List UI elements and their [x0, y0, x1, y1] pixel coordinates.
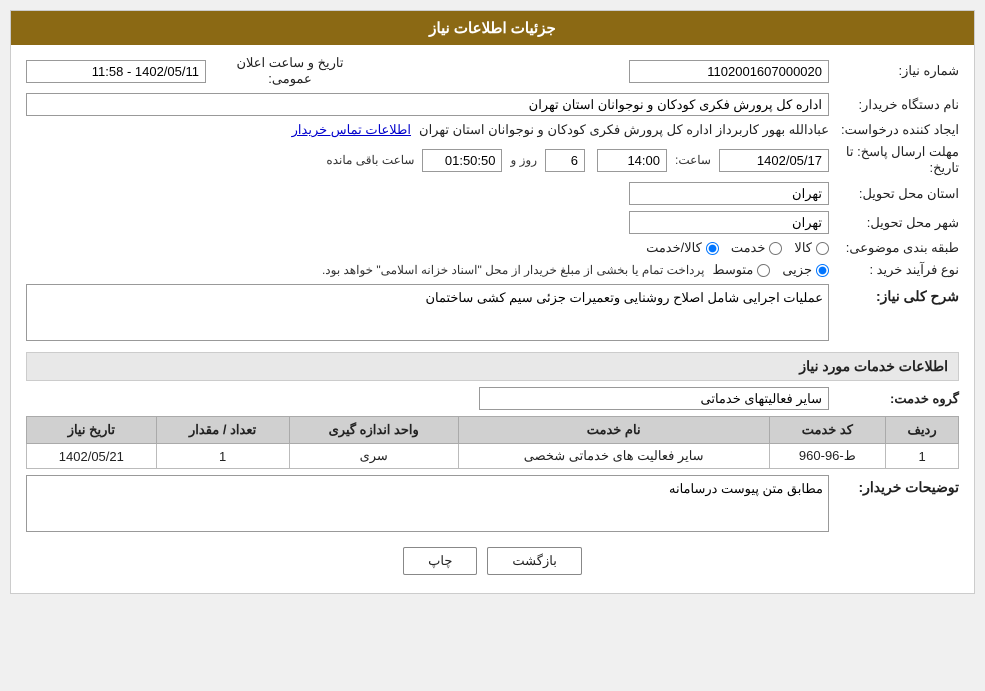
- deadline-time-input[interactable]: [597, 149, 667, 172]
- cell-name: سایر فعالیت های خدماتی شخصی: [458, 444, 769, 469]
- col-unit: واحد اندازه گیری: [289, 417, 458, 444]
- services-section-label: اطلاعات خدمات مورد نیاز: [26, 352, 959, 381]
- deadline-time-label: ساعت:: [675, 153, 711, 167]
- category-kala-option[interactable]: کالا: [794, 240, 829, 256]
- buyer-notes-label: توضیحات خریدار:: [829, 475, 959, 496]
- category-khadamat-label: خدمت: [731, 240, 766, 256]
- category-kala-khadamat-option[interactable]: کالا/خدمت: [646, 240, 719, 256]
- cell-quantity: 1: [156, 444, 289, 469]
- cell-unit: سری: [289, 444, 458, 469]
- announce-datetime-input[interactable]: [26, 60, 206, 83]
- deadline-days-label: روز و: [510, 153, 537, 167]
- description-textarea[interactable]: [26, 284, 829, 341]
- process-label: نوع فرآیند خرید :: [829, 262, 959, 278]
- deadline-remaining-input[interactable]: [422, 149, 502, 172]
- buyer-notes-textarea[interactable]: [26, 475, 829, 532]
- province-label: استان محل تحویل:: [829, 186, 959, 202]
- deadline-label: مهلت ارسال پاسخ: تا تاریخ:: [829, 144, 959, 176]
- category-label: طبقه بندی موضوعی:: [829, 240, 959, 256]
- process-jozi-label: جزیی: [782, 262, 812, 278]
- deadline-date-input[interactable]: [719, 149, 829, 172]
- need-number-input[interactable]: [629, 60, 829, 83]
- process-motavaset-option[interactable]: متوسط: [712, 262, 770, 278]
- print-button[interactable]: چاپ: [403, 547, 477, 575]
- province-input[interactable]: [629, 182, 829, 205]
- process-jozi-option[interactable]: جزیی: [782, 262, 829, 278]
- cell-code: ط-96-960: [769, 444, 886, 469]
- org-name-label: نام دستگاه خریدار:: [829, 97, 959, 113]
- category-kala-label: کالا: [794, 240, 812, 256]
- page-title: جزئیات اطلاعات نیاز: [11, 11, 974, 45]
- service-group-input[interactable]: [479, 387, 829, 410]
- services-table: ردیف کد خدمت نام خدمت واحد اندازه گیری ت…: [26, 416, 959, 469]
- col-radif: ردیف: [886, 417, 959, 444]
- city-label: شهر محل تحویل:: [829, 215, 959, 231]
- process-note: پرداخت تمام یا بخشی از مبلغ خریدار از مح…: [322, 263, 705, 277]
- requester-label: ایجاد کننده درخواست:: [829, 122, 959, 138]
- org-name-input[interactable]: [26, 93, 829, 116]
- requester-value: عبادالله بهور کاربرداز اداره کل پرورش فک…: [419, 122, 829, 138]
- category-kala-khadamat-label: کالا/خدمت: [646, 240, 702, 256]
- process-motavaset-label: متوسط: [712, 262, 753, 278]
- deadline-remaining-label: ساعت باقی مانده: [326, 153, 414, 167]
- description-section-label: شرح کلی نیاز:: [829, 284, 959, 305]
- contact-link[interactable]: اطلاعات تماس خریدار: [292, 122, 411, 138]
- service-group-label: گروه خدمت:: [829, 391, 959, 407]
- category-khadamat-option[interactable]: خدمت: [731, 240, 783, 256]
- col-name: نام خدمت: [458, 417, 769, 444]
- announce-datetime-label: تاریخ و ساعت اعلان عمومی:: [206, 55, 366, 87]
- cell-radif: 1: [886, 444, 959, 469]
- table-row: 1ط-96-960سایر فعالیت های خدماتی شخصیسری1…: [27, 444, 959, 469]
- deadline-days-input[interactable]: [545, 149, 585, 172]
- cell-date: 1402/05/21: [27, 444, 157, 469]
- col-date: تاریخ نیاز: [27, 417, 157, 444]
- col-quantity: تعداد / مقدار: [156, 417, 289, 444]
- need-number-label: شماره نیاز:: [829, 63, 959, 79]
- col-code: کد خدمت: [769, 417, 886, 444]
- back-button[interactable]: بازگشت: [487, 547, 581, 575]
- city-input[interactable]: [629, 211, 829, 234]
